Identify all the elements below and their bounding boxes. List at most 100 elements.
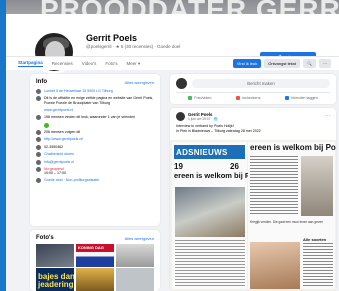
photo-caption: KONING DAG [77,245,104,250]
open-status: Nu geopend [44,166,64,171]
newspaper-masthead: ADSNIEUWS [174,145,245,159]
info-row-address[interactable]: Lunhet 5 de Heuvellaar 15 5000 LG Tilbur… [36,89,156,94]
newspaper-portrait [250,242,300,289]
photo-video-label: Foto/video [194,96,212,100]
create-post-actions: Foto/video Incheckens Vrienden taggen [176,92,330,100]
address-text: Lunhet 5 de Heuvellaar 15 5000 LG Tilbur… [44,89,113,93]
photo-thumb[interactable] [75,268,115,291]
phone-icon [36,144,41,150]
description-text: Dit is de officiële en enige zelfde pagi… [44,96,154,105]
newspaper-left-page: ADSNIEUWS 19 26 ereen is welkom bij Poel… [172,142,272,289]
tab-meer[interactable]: Meer ▾ [126,61,140,67]
tag-friends-label: Vrienden taggen [290,96,318,100]
category-text: Goede doel · Non-profitorganisatie [44,178,100,183]
tag-friends-button[interactable]: Vrienden taggen [284,96,318,100]
newspaper-portrait [301,156,333,216]
more-options-button[interactable]: ··· [319,59,331,68]
email-text: info@gerritpoels.nl [44,159,75,164]
likes-text: 198 mensen vinden dit leuk, waaronder 1 … [44,115,136,120]
info-row-hours: Nu geopend 10:00 – 17:00 [36,166,156,176]
globe-icon [36,137,41,143]
photo-icon [188,96,193,100]
post-avatar[interactable] [176,112,185,121]
info-row-likes: 198 mensen vinden dit leuk, waaronder 1 … [36,115,156,121]
photo-thumb[interactable] [115,268,154,291]
tab-actions: Vind ik leuk Ontvangst tekst 🔍 ··· [232,59,331,68]
photo-thumb[interactable] [36,244,75,267]
newspaper-number: 19 [174,162,183,171]
photos-card: Foto's Alles weergeven KONING DAG bajes … [30,230,160,291]
info-rows: Lunhet 5 de Heuvellaar 15 5000 LG Tilbur… [36,89,156,186]
info-row-category: Goede doel · Non-profitorganisatie [36,178,156,184]
location-icon [36,89,41,94]
create-post-input[interactable]: Bericht maken [192,79,330,88]
info-row-followers: 206 mensen volgen dit [36,129,156,135]
spacer-icon [36,108,41,113]
website-small-text: www.gerritpoels.nl [44,107,74,112]
more-icon: ··· [323,61,327,66]
post-text: Interview in verband by Poels Holijk! In… [176,124,261,133]
newspaper-number: 26 [230,162,239,171]
post-date[interactable]: 1 juni om 19:07 · 🌐 [188,117,218,121]
user-avatar[interactable] [176,78,187,89]
tab-recensies[interactable]: Recensies [52,61,73,66]
website-text: http://www.gerritpoels.nl/ [44,137,84,142]
friend-avatar[interactable] [44,122,49,128]
info-card: Info Alles weergeven Lunhet 5 de Heuvell… [30,74,160,226]
tab-fotos[interactable]: Foto's [105,61,117,66]
photos-title: Foto's [36,235,54,241]
newspaper-right-page: ereen is welkom bij Poels Ho Kregijk ver… [248,142,336,289]
more-icon[interactable]: ··· [325,113,330,119]
post-image[interactable]: ADSNIEUWS 19 26 ereen is welkom bij Poel… [170,140,336,291]
like-page-button[interactable]: Vind ik leuk [232,59,262,68]
tab-startpagina[interactable]: Startpagina [18,60,43,67]
search-icon: 🔍 [307,61,312,66]
mail-icon [36,159,41,165]
phone-text: 02-3950462 [44,144,64,149]
info-row-website-small[interactable]: www.gerritpoels.nl [36,108,156,113]
info-see-all-link[interactable]: Alles weergeven [125,80,154,85]
like-label: Vind ik leuk [236,61,258,66]
followers-text: 206 mensen volgen dit [44,129,81,134]
info-row-phone: 02-3950462 [36,144,156,150]
newspaper-subtitle: Kregijk verdien. Die gaat een mooi leven… [250,220,324,224]
clock-icon [36,166,41,172]
spacer-icon [36,123,41,128]
message-label: Ontvangst tekst [268,61,297,66]
photo-grid: KONING DAG bajes dan jeadering de [36,244,154,291]
info-row-email[interactable]: info@gerritpoels.nl [36,159,156,165]
photo-thumb[interactable]: KONING DAG [75,244,115,267]
followers-icon [36,129,41,135]
chat-text: Chatberiicht sturen [44,152,75,157]
tag-icon [36,178,41,184]
info-row-chat[interactable]: Chatberiicht sturen [36,152,156,158]
message-button[interactable]: Ontvangst tekst [264,59,301,68]
photo-thumb[interactable] [115,244,154,267]
search-button[interactable]: 🔍 [303,59,316,68]
page-meta: @poelsgerrit · ★ 5 (30 recensies) · Goed… [86,44,181,49]
newspaper-columns [250,156,298,216]
page-tabs: Startpagina Recensies Video's Foto's Mee… [6,56,339,70]
newspaper-photo [175,187,245,237]
newspaper-headline: ereen is welkom bij Poels Ho [250,143,336,152]
photos-see-all-link[interactable]: Alles weergeven [125,236,154,241]
page-title: Gerrit Poels [86,33,138,43]
newspaper-headline: ereen is welkom bij Poels H [174,171,273,180]
hours-text: 10:00 – 17:00 [44,171,66,176]
location-pin-icon [235,96,240,100]
photo-caption-yellow: bajes dan jeadering de [38,272,75,289]
info-icon [36,96,41,102]
info-title: Info [36,79,47,85]
info-row-website[interactable]: http://www.gerritpoels.nl/ [36,137,156,143]
info-row-description: Dit is de officiële en enige zelfde pagi… [36,96,156,105]
tab-videos[interactable]: Video's [82,61,97,66]
photo-thumb[interactable]: bajes dan jeadering de [36,268,75,291]
create-post-card: Bericht maken Foto/video Incheckens Vrie… [170,74,336,104]
messenger-icon [36,152,41,158]
page-frame: PROODDATER GERRIT POELS Gerrit Poels @po… [6,0,339,291]
tag-friends-icon [284,96,289,100]
check-in-label: Incheckens [241,96,261,100]
check-in-button[interactable]: Incheckens [235,96,261,100]
photo-video-button[interactable]: Foto/video [188,96,211,100]
info-row-friend [36,122,156,128]
